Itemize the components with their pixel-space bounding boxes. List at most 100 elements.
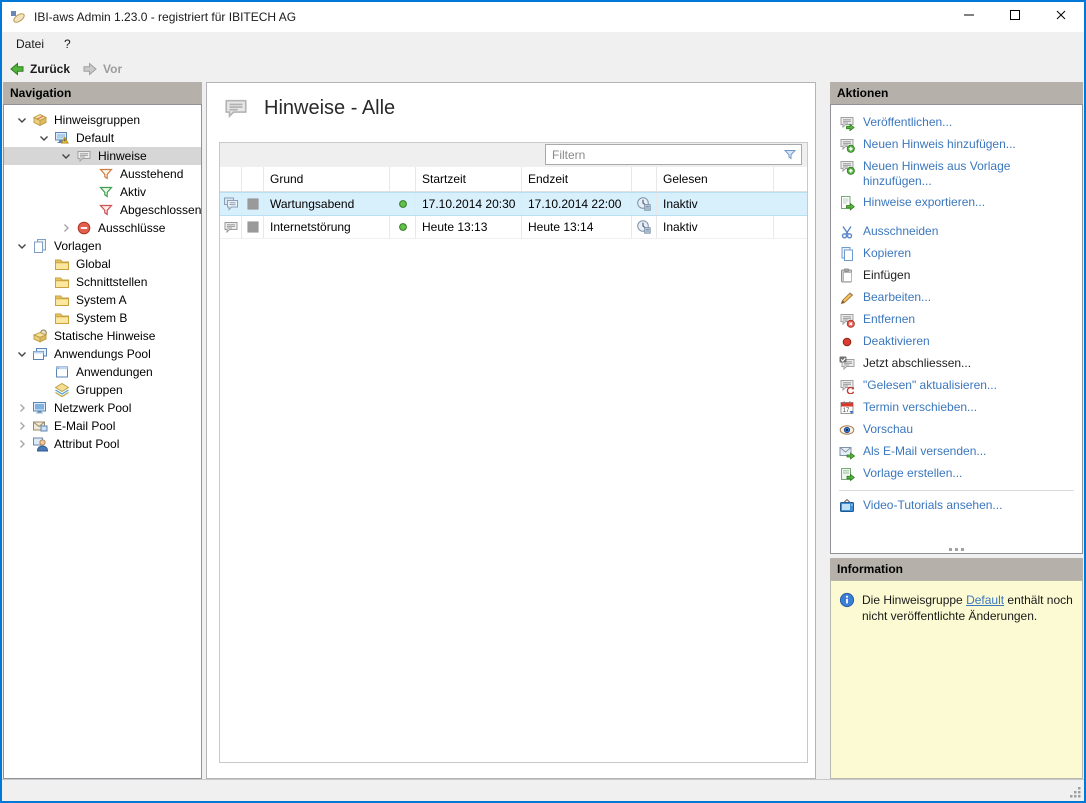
table-header-row: Grund Startzeit Endzeit Gelesen <box>220 167 807 192</box>
column-header-icon[interactable] <box>220 167 242 191</box>
copy-icon <box>839 246 855 262</box>
menu-item-help[interactable]: ? <box>54 34 81 54</box>
tree-item-label: Ausstehend <box>120 167 184 181</box>
column-header-icon[interactable] <box>632 167 657 191</box>
tree-item-anwendungen[interactable]: Anwendungen <box>4 363 201 381</box>
tree-item-default[interactable]: Default <box>4 129 201 147</box>
window1-icon <box>54 364 70 380</box>
tree-item-schnittstellen[interactable]: Schnittstellen <box>4 273 201 291</box>
tree-item-label: System A <box>76 293 127 307</box>
table-row-wartungsabend[interactable]: Wartungsabend 17.10.2014 20:30 17.10.2014 … <box>220 192 807 216</box>
action-als-e-mail-versenden[interactable]: Als E-Mail versenden... <box>831 441 1082 463</box>
action-label: Entfernen <box>863 312 916 326</box>
close-icon <box>1053 7 1069 28</box>
action-termin-verschieben[interactable]: 17 Termin verschieben... <box>831 397 1082 419</box>
tree-item-system-a[interactable]: System A <box>4 291 201 309</box>
action-ausschneiden[interactable]: Ausschneiden <box>831 221 1082 243</box>
tree-item-label: Anwendungen <box>76 365 153 379</box>
table-row-internetstörung[interactable]: Internetstörung Heute 13:13 Heute 13:14 Ina… <box>220 216 807 239</box>
action-video-tutorials-ansehen[interactable]: Video-Tutorials ansehen... <box>831 495 1082 517</box>
greendot-icon <box>395 219 411 235</box>
filter-funnel-icon[interactable] <box>782 146 798 162</box>
chevron-right-icon[interactable] <box>56 220 76 236</box>
chevron-down-icon[interactable] <box>12 238 32 254</box>
folder-icon <box>54 292 70 308</box>
tree-item-attribut-pool[interactable]: Attribut Pool <box>4 435 201 453</box>
cell-grund: Internetstörung <box>264 216 390 238</box>
action-vorschau[interactable]: Vorschau <box>831 419 1082 441</box>
actions-splitter-handle[interactable] <box>831 546 1082 552</box>
column-header-icon[interactable] <box>242 167 264 191</box>
action-entfernen[interactable]: Entfernen <box>831 309 1082 331</box>
chevron-down-icon[interactable] <box>12 112 32 128</box>
action-label: "Gelesen" aktualisieren... <box>863 378 997 392</box>
tree-item-netzwerk-pool[interactable]: Netzwerk Pool <box>4 399 201 417</box>
chevron-right-icon[interactable] <box>12 436 32 452</box>
cell-endzeit: 17.10.2014 22:00 <box>522 193 632 215</box>
back-button[interactable]: Zurück <box>9 61 70 77</box>
menu-bar: Datei? <box>2 32 1084 56</box>
tree-item-hinweisgruppen[interactable]: Hinweisgruppen <box>4 111 201 129</box>
maximize-button[interactable] <box>992 2 1038 32</box>
scissors-icon <box>839 224 855 240</box>
chevron-down-icon[interactable] <box>12 346 32 362</box>
column-header-icon[interactable] <box>390 167 416 191</box>
gelesen-clock-icon <box>632 216 657 238</box>
default-group-link[interactable]: Default <box>966 593 1004 607</box>
information-header: Information <box>830 558 1083 580</box>
forward-label: Vor <box>103 62 123 76</box>
tree-item-ausschlüsse[interactable]: Ausschlüsse <box>4 219 201 237</box>
column-header-gelesen[interactable]: Gelesen <box>657 167 774 191</box>
action-deaktivieren[interactable]: Deaktivieren <box>831 331 1082 353</box>
action-label: Ausschneiden <box>863 224 939 238</box>
tree-item-gruppen[interactable]: Gruppen <box>4 381 201 399</box>
boxstack-icon <box>32 112 48 128</box>
tree-item-label: E-Mail Pool <box>54 419 116 433</box>
column-header-startzeit[interactable]: Startzeit <box>416 167 522 191</box>
actions-list: Veröffentlichen... Neuen Hinweis hinzufüg… <box>830 104 1083 554</box>
workspace: Navigation Hinweisgruppen Default Hinweise… <box>2 82 1084 779</box>
chevron-right-icon[interactable] <box>12 418 32 434</box>
chevron-right-icon[interactable] <box>12 400 32 416</box>
action-hinweise-exportieren[interactable]: Hinweise exportieren... <box>831 192 1082 214</box>
filter-input[interactable] <box>545 144 802 165</box>
action-neuen-hinweis-hinzufügen[interactable]: Neuen Hinweis hinzufügen... <box>831 134 1082 156</box>
action-kopieren[interactable]: Kopieren <box>831 243 1082 265</box>
tree-item-statische-hinweise[interactable]: Statische Hinweise <box>4 327 201 345</box>
tree-item-system-b[interactable]: System B <box>4 309 201 327</box>
tree-item-label: Schnittstellen <box>76 275 148 289</box>
tree-item-e-mail-pool[interactable]: E-Mail Pool <box>4 417 201 435</box>
action-veröffentlichen[interactable]: Veröffentlichen... <box>831 112 1082 134</box>
action-vorlage-erstellen[interactable]: Vorlage erstellen... <box>831 463 1082 485</box>
status-dot-icon <box>390 193 416 215</box>
tree-item-vorlagen[interactable]: Vorlagen <box>4 237 201 255</box>
tree-item-label: Hinweisgruppen <box>54 113 141 127</box>
column-header-endzeit[interactable]: Endzeit <box>522 167 632 191</box>
chevron-down-icon[interactable] <box>56 148 76 164</box>
page-title: Hinweise - Alle <box>264 96 396 119</box>
minimize-button[interactable] <box>946 2 992 32</box>
tree-item-hinweise[interactable]: Hinweise <box>4 147 201 165</box>
close-button[interactable] <box>1038 2 1084 32</box>
action-gelesen-aktualisieren[interactable]: "Gelesen" aktualisieren... <box>831 375 1082 397</box>
tree-item-anwendungs-pool[interactable]: Anwendungs Pool <box>4 345 201 363</box>
gelesen-clock-icon <box>632 193 657 215</box>
navigation-panel: Navigation Hinweisgruppen Default Hinweise… <box>3 82 202 779</box>
action-neuen-hinweis-aus-vorlage-hinzufügen[interactable]: Neuen Hinweis aus Vorlage hinzufügen... <box>831 156 1082 192</box>
action-bearbeiten[interactable]: Bearbeiten... <box>831 287 1082 309</box>
column-header-grund[interactable]: Grund <box>264 167 390 191</box>
tree-item-ausstehend[interactable]: Ausstehend <box>4 165 201 183</box>
folder-icon <box>54 274 70 290</box>
tree-item-label: Anwendungs Pool <box>54 347 151 361</box>
tree-item-abgeschlossen[interactable]: Abgeschlossen <box>4 201 201 219</box>
windows2-icon <box>32 346 48 362</box>
action-label: Als E-Mail versenden... <box>863 444 987 458</box>
tree-item-aktiv[interactable]: Aktiv <box>4 183 201 201</box>
action-label: Kopieren <box>863 246 912 260</box>
chevron-down-icon[interactable] <box>34 130 54 146</box>
tree-item-global[interactable]: Global <box>4 255 201 273</box>
resize-grip[interactable] <box>1068 785 1082 799</box>
menu-item-datei[interactable]: Datei <box>6 34 54 54</box>
